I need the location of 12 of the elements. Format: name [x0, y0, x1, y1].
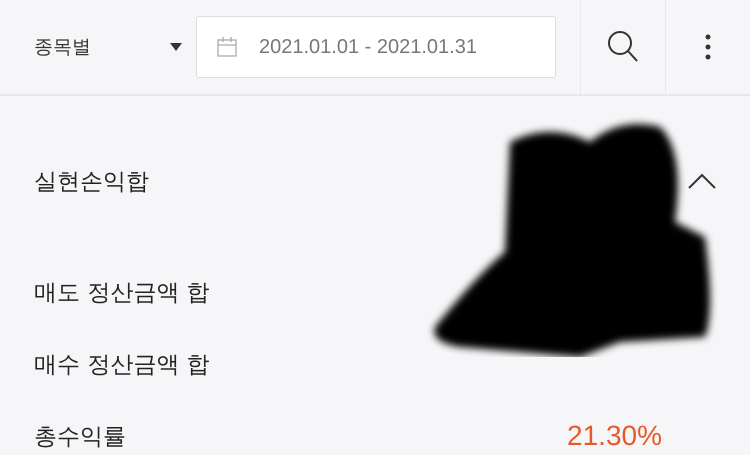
chevron-up-icon[interactable] [688, 173, 716, 189]
calendar-icon [217, 36, 237, 58]
row-label: 매도 정산금액 합 [34, 278, 210, 308]
more-options-icon[interactable] [705, 34, 711, 60]
search-icon[interactable] [607, 30, 639, 64]
filter-label: 종목별 [34, 35, 91, 60]
date-range-field[interactable]: 2021.01.01 - 2021.01.31 [196, 16, 556, 78]
row-label: 총수익률 [34, 422, 126, 452]
row-label: 매수 정산금액 합 [34, 350, 210, 380]
dropdown-caret-icon[interactable] [170, 42, 182, 52]
section-title: 실현손익합 [34, 168, 149, 196]
row-value: 21.30% [567, 420, 662, 452]
